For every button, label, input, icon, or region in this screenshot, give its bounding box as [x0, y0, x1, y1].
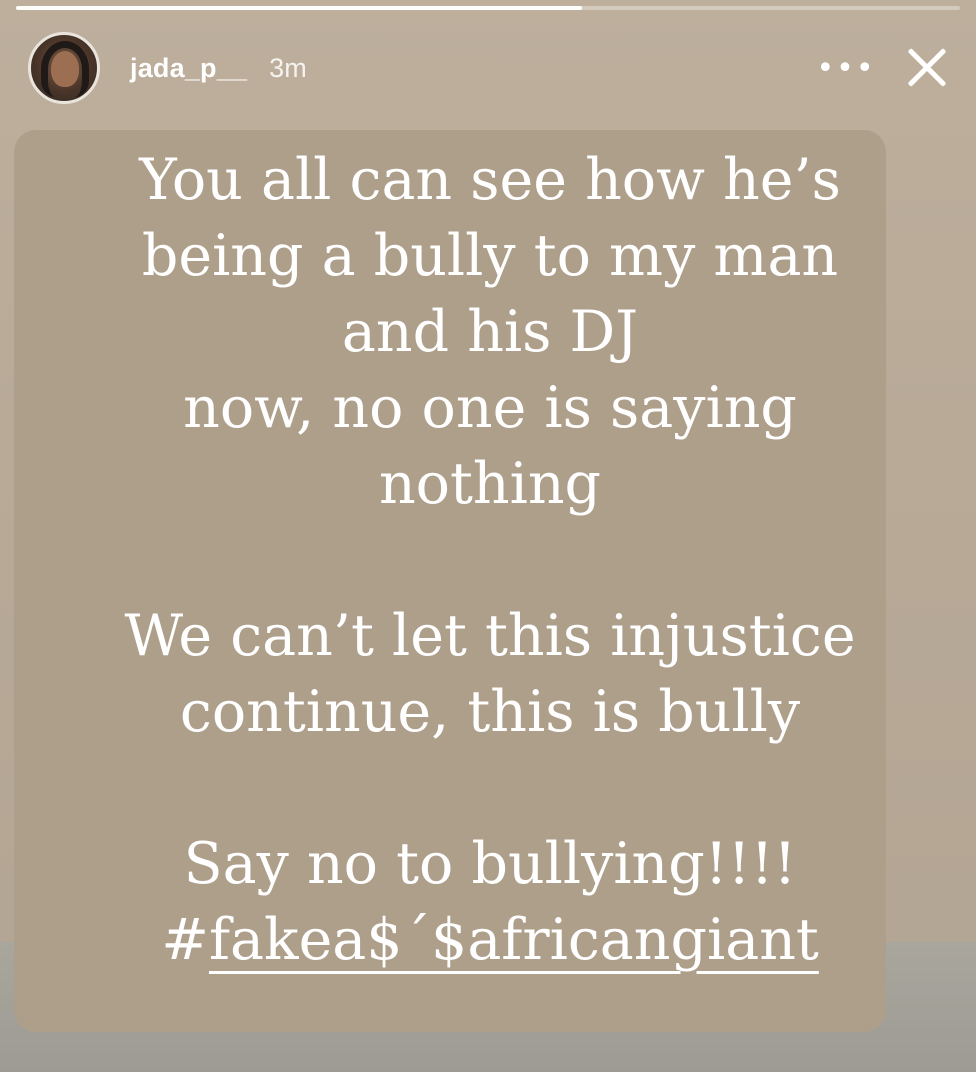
story-progress-bar — [16, 6, 960, 10]
hashtag-prefix: # — [161, 907, 209, 973]
post-time: 3m — [269, 52, 307, 83]
story-text-line: now, no one is saying — [183, 375, 797, 441]
story-text-line: continue, this is bully — [179, 679, 801, 745]
hashtag-link[interactable]: #fakea$ˊ$africangiant — [161, 907, 819, 973]
close-icon[interactable] — [896, 38, 956, 98]
story-text-line: being a bully to my man — [141, 223, 839, 289]
story-text-line: You all can see how he’s — [139, 147, 841, 213]
story-text-line: Say no to bullying!!!! — [183, 831, 797, 897]
story-text-line: nothing — [378, 451, 602, 517]
hashtag-text: fakea$ˊ$africangiant — [208, 907, 819, 973]
story-text-line: We can’t let this injustice — [124, 603, 856, 669]
avatar-face — [51, 51, 79, 87]
username[interactable]: jada_p__ — [130, 53, 247, 84]
more-options-icon[interactable]: ••• — [816, 48, 876, 88]
story-progress-fill — [16, 6, 583, 10]
story-header: jada_p__ 3m ••• — [28, 28, 956, 108]
story-text: You all can see how he’s being a bully t… — [40, 142, 940, 978]
story-viewer: jada_p__ 3m ••• You all can see how he’s… — [0, 0, 976, 1072]
story-text-line: and his DJ — [341, 299, 639, 365]
profile-avatar[interactable] — [28, 32, 100, 104]
hashtag-line: #fakea$ˊ$africangiant — [40, 902, 940, 978]
